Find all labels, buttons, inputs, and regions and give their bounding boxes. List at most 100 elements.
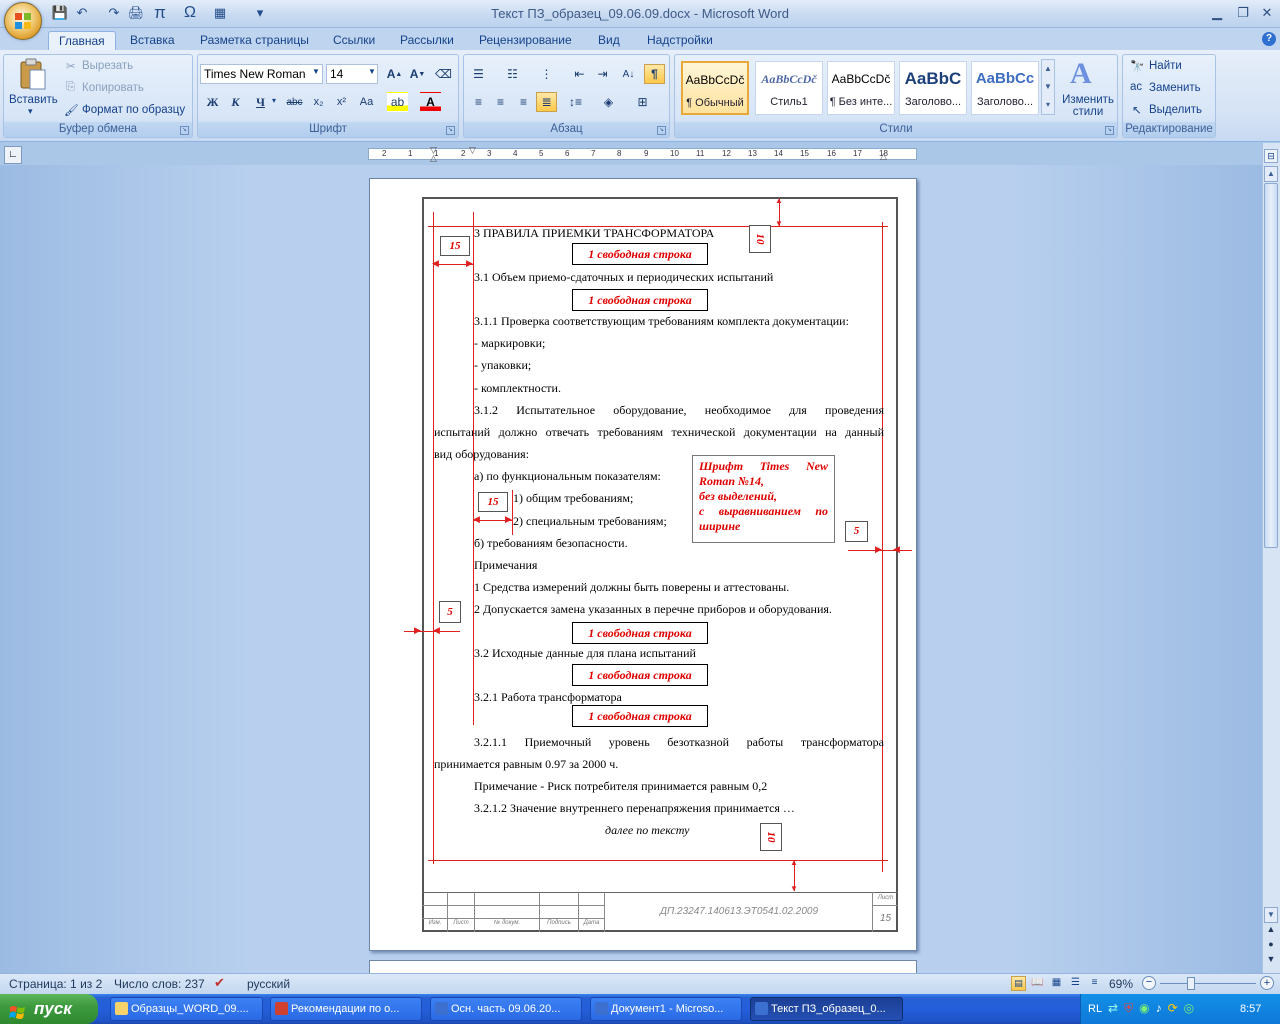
zoom-level[interactable]: 69% <box>1109 977 1133 991</box>
antivirus-icon[interactable]: ◉ <box>1139 1001 1149 1017</box>
paragraph[interactable]: 3.1.1 Проверка соответствующим требовани… <box>474 314 849 329</box>
keyboard-layout[interactable]: RL <box>1088 1003 1102 1015</box>
change-styles-icon[interactable]: A <box>1070 57 1092 91</box>
close-icon[interactable]: ✕ <box>1254 4 1280 22</box>
dialog-launcher-icon[interactable]: ↘ <box>446 126 455 135</box>
align-right-icon[interactable]: ≡ <box>513 92 534 112</box>
styles-scroll-icon[interactable]: ▲ ▼ ▾ <box>1041 59 1055 115</box>
change-styles-button[interactable]: Изменить стили <box>1062 94 1114 118</box>
format-painter-icon[interactable]: 🖌 <box>64 103 79 117</box>
font-size-dropdown-icon[interactable]: ▼ <box>368 67 376 76</box>
paragraph[interactable]: 3.2.1 Работа трансформатора <box>474 690 622 705</box>
volume-icon[interactable]: ♪ <box>1156 1001 1162 1017</box>
line-spacing-icon[interactable]: ↕≡ <box>565 92 586 112</box>
zoom-in-icon[interactable]: + <box>1260 976 1274 990</box>
security-icon[interactable]: ⛨ <box>1124 1001 1133 1017</box>
align-left-icon[interactable]: ≡ <box>468 92 489 112</box>
horizontal-ruler[interactable]: 2 1 1 2 3 4 5 6 7 8 9 10 11 12 13 14 15 16 17 18 <box>368 148 917 160</box>
paste-button[interactable]: Вставить <box>9 94 58 106</box>
grow-font-icon[interactable]: A ▲ <box>384 64 405 84</box>
taskbar-item[interactable]: Образцы_WORD_09.... <box>110 997 263 1021</box>
language-indicator[interactable]: русский <box>247 977 290 991</box>
zoom-slider-track[interactable] <box>1160 983 1256 984</box>
paragraph[interactable]: 2 Допускается замена указанных в перечне… <box>474 602 832 617</box>
dialog-launcher-icon[interactable]: ↘ <box>180 126 189 135</box>
paragraph[interactable]: Примечание - Риск потребителя принимаетс… <box>474 779 767 794</box>
draft-icon[interactable]: ≡ <box>1087 976 1102 991</box>
paragraph[interactable]: 3.1.2 Испытательное оборудование, необхо… <box>474 403 884 418</box>
list-item[interactable]: - упаковки; <box>474 358 531 373</box>
change-case-icon[interactable]: Aa <box>356 92 377 112</box>
clear-formatting-icon[interactable]: ⌫ <box>433 64 454 84</box>
shrink-font-icon[interactable]: A ▼ <box>407 64 428 84</box>
paragraph[interactable]: 3.2.1.1 Приемочный уровень безотказной р… <box>474 735 884 750</box>
list-item[interactable]: - комплектности. <box>474 381 561 396</box>
tab-insert[interactable]: Вставка <box>120 31 185 51</box>
subscript-icon[interactable]: x₂ <box>308 92 329 112</box>
next-page-icon[interactable]: ▼ <box>1264 954 1278 968</box>
replace-button[interactable]: Заменить <box>1149 82 1201 94</box>
paragraph[interactable]: 3.2 Исходные данные для плана испытаний <box>474 646 696 661</box>
select-icon[interactable]: ↖ <box>1132 103 1142 117</box>
font-color-icon[interactable]: A <box>420 92 441 112</box>
paragraph[interactable]: испытаний должно отвечать требованиям те… <box>434 425 884 440</box>
full-screen-reading-icon[interactable]: 📖 <box>1030 976 1045 991</box>
zoom-slider-thumb[interactable] <box>1187 977 1195 990</box>
style-normal[interactable]: AaBbCcDč ¶ Обычный <box>681 61 749 115</box>
style-heading2[interactable]: AaBbCc Заголово... <box>971 61 1039 115</box>
start-button[interactable]: пуск <box>0 994 98 1024</box>
word-count[interactable]: Число слов: 237 <box>114 977 205 991</box>
taskbar-item[interactable]: Документ1 - Microso... <box>590 997 742 1021</box>
list-item[interactable]: - маркировки; <box>474 336 545 351</box>
ruler-toggle-icon[interactable]: ⊟ <box>1264 149 1278 163</box>
paste-dropdown-icon[interactable]: ▾ <box>28 106 33 117</box>
find-button[interactable]: Найти <box>1149 60 1182 72</box>
shading-icon[interactable]: ◈ <box>598 92 619 112</box>
taskbar-item[interactable]: Осн. часть 09.06.20... <box>430 997 582 1021</box>
list-item[interactable]: а) по функциональным показателям: <box>474 469 661 484</box>
superscript-icon[interactable]: x² <box>331 92 352 112</box>
bullets-icon[interactable]: ☰ <box>468 64 489 84</box>
strikethrough-icon[interactable]: abc <box>284 92 305 112</box>
paragraph[interactable]: 3.1 Объем приемо-сдаточных и периодическ… <box>474 270 773 285</box>
browse-object-icon[interactable]: ● <box>1264 939 1278 953</box>
proofing-icon[interactable]: ✔ <box>214 975 225 991</box>
minimize-icon[interactable]: ▁ <box>1204 4 1230 22</box>
tab-references[interactable]: Ссылки <box>323 31 385 51</box>
tab-addins[interactable]: Надстройки <box>637 31 723 51</box>
dialog-launcher-icon[interactable]: ↘ <box>657 126 666 135</box>
page-count[interactable]: Страница: 1 из 2 <box>9 977 102 991</box>
align-center-icon[interactable]: ≡ <box>490 92 511 112</box>
replace-icon[interactable]: ac <box>1130 81 1142 93</box>
style-heading1[interactable]: AaBbC Заголово... <box>899 61 967 115</box>
bold-icon[interactable]: Ж <box>202 92 223 112</box>
outline-icon[interactable]: ☰ <box>1068 976 1083 991</box>
sort-icon[interactable]: A↓ <box>618 64 639 84</box>
messenger-icon[interactable]: ◎ <box>1184 1001 1194 1017</box>
indent-marker-icon[interactable]: ▽ △ <box>430 146 438 163</box>
multilevel-list-icon[interactable]: ⋮ <box>536 64 557 84</box>
justify-icon[interactable]: ≣ <box>536 92 557 112</box>
numbering-icon[interactable]: ☷ <box>502 64 523 84</box>
right-indent-icon[interactable]: △ <box>880 152 888 161</box>
tab-page-layout[interactable]: Разметка страницы <box>190 31 319 51</box>
format-painter-button[interactable]: Формат по образцу <box>82 104 185 116</box>
find-icon[interactable]: 🔭 <box>1130 59 1144 73</box>
underline-dropdown-icon[interactable]: ▾ <box>272 96 276 105</box>
underline-icon[interactable]: Ч <box>250 92 271 112</box>
font-name-select[interactable]: Times New Roman <box>200 64 323 84</box>
tab-review[interactable]: Рецензирование <box>469 31 582 51</box>
tab-mailings[interactable]: Рассылки <box>390 31 464 51</box>
network-icon[interactable]: ⇄ <box>1108 1001 1118 1017</box>
list-item[interactable]: 1) общим требованиям; <box>513 491 633 506</box>
tab-selector-icon[interactable]: ∟ <box>4 146 22 164</box>
taskbar-item-active[interactable]: Текст ПЗ_образец_0... <box>750 997 903 1021</box>
section-heading[interactable]: 3 ПРАВИЛА ПРИЕМКИ ТРАНСФОРМАТОРА <box>474 226 714 241</box>
tab-view[interactable]: Вид <box>588 31 630 51</box>
paragraph[interactable]: Примечания <box>474 558 537 573</box>
font-name-dropdown-icon[interactable]: ▼ <box>312 67 320 76</box>
paragraph[interactable]: принимается равным 0.97 за 2000 ч. <box>434 757 618 772</box>
list-item[interactable]: 2) специальным требованиям; <box>513 514 667 529</box>
zoom-out-icon[interactable]: − <box>1142 976 1156 990</box>
tab-home[interactable]: Главная <box>48 31 116 51</box>
